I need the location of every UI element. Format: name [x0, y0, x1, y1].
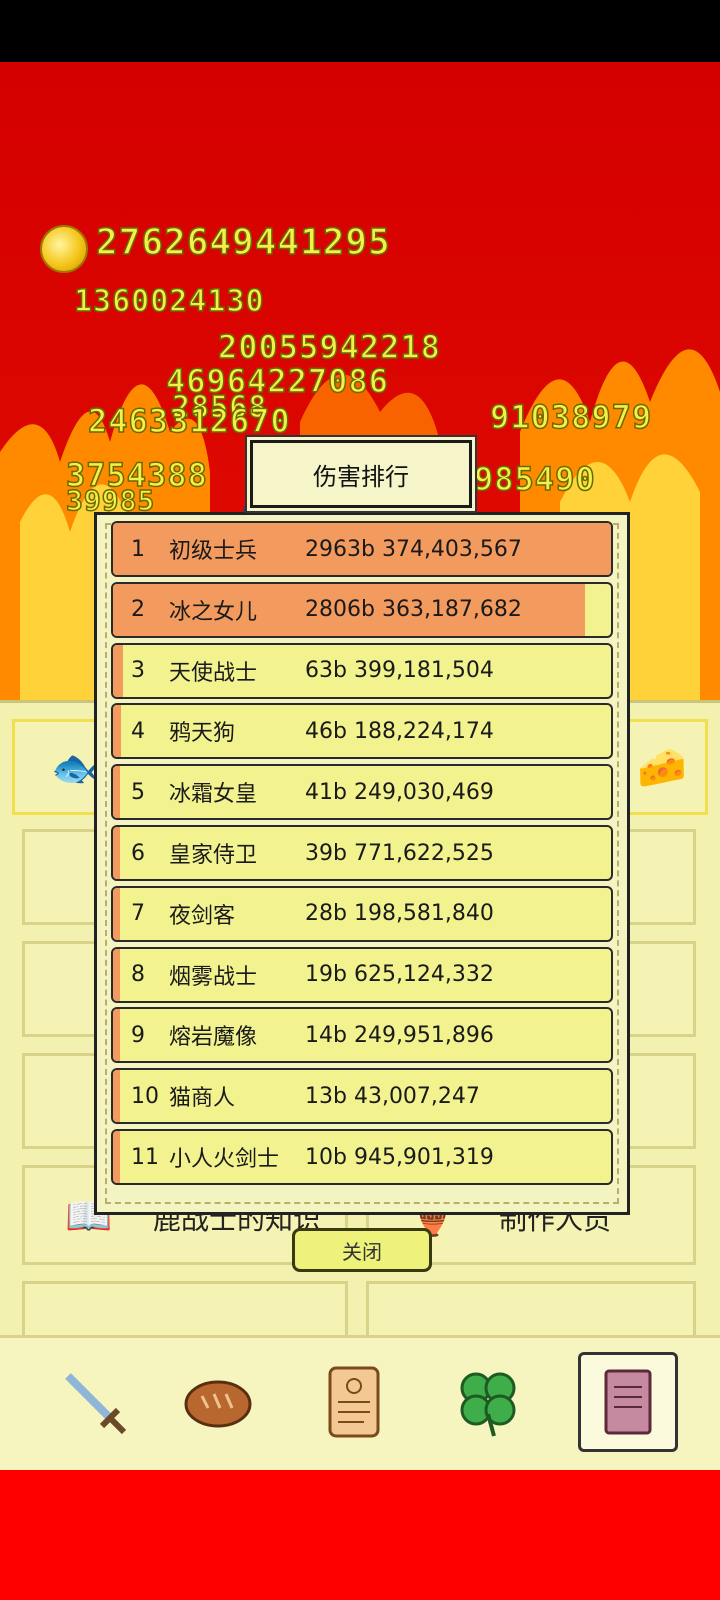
hero-name: 皇家侍卫	[169, 843, 258, 868]
menu-row[interactable]	[366, 1281, 696, 1341]
damage-bar	[113, 766, 120, 819]
damage-value: 63b 399,181,504	[305, 658, 494, 684]
rank-number: 4	[131, 718, 145, 744]
hero-name: 天使战士	[169, 660, 258, 686]
rank-number: 9	[131, 1022, 145, 1048]
status-bar	[0, 0, 720, 62]
damage-value: 46b 188,224,174	[305, 718, 494, 744]
close-button[interactable]: 关闭	[292, 1228, 432, 1272]
damage-number: 91038979	[489, 397, 653, 437]
rank-number: 2	[131, 597, 145, 623]
hero-name: 冰之女儿	[169, 599, 258, 625]
rank-number: 6	[131, 840, 145, 866]
nav-scroll-button[interactable]	[304, 1352, 404, 1452]
fish-icon: 🐟	[51, 746, 99, 790]
damage-value: 41b 249,030,469	[305, 779, 494, 805]
damage-value: 13b 43,007,247	[305, 1083, 480, 1109]
gold-coin-icon	[40, 225, 88, 273]
damage-bar	[113, 644, 124, 697]
damage-value: 10b 945,901,319	[305, 1144, 494, 1170]
scroll-icon	[328, 1366, 380, 1438]
ranking-row: 8 烟雾战士 19b 625,124,332	[111, 946, 613, 1003]
ranking-row: 5 冰霜女皇 41b 249,030,469	[111, 764, 613, 821]
ranking-row: 6 皇家侍卫 39b 771,622,525	[111, 825, 613, 881]
ranking-row: 3 天使战士 63b 399,181,504	[111, 642, 613, 699]
ranking-row: 1 初级士兵 2963b 374,403,567	[111, 521, 613, 577]
ranking-row: 11 小人火剑士 10b 945,901,319	[111, 1129, 613, 1185]
damage-bar	[113, 705, 121, 758]
hero-name: 鸦天狗	[169, 721, 236, 747]
hero-name: 初级士兵	[169, 539, 258, 564]
bottom-background	[0, 1470, 720, 1600]
rank-number: 10	[131, 1083, 159, 1109]
rank-number: 5	[131, 779, 145, 805]
ranking-row: 9 熔岩魔像 14b 249,951,896	[111, 1007, 613, 1064]
hero-name: 烟雾战士	[169, 964, 258, 990]
damage-value: 14b 249,951,896	[305, 1022, 494, 1048]
nav-book-button[interactable]	[578, 1352, 678, 1452]
damage-bar	[113, 948, 120, 1001]
damage-value: 2806b 363,187,682	[305, 597, 522, 623]
book-icon	[604, 1369, 652, 1435]
rank-number: 11	[131, 1144, 159, 1170]
rank-number: 8	[131, 962, 145, 988]
damage-bar	[113, 1131, 120, 1183]
bottom-nav	[0, 1335, 720, 1473]
damage-bar	[113, 1070, 120, 1123]
nav-sword-button[interactable]	[44, 1352, 144, 1452]
damage-number: 985490	[473, 459, 596, 499]
hero-name: 夜剑客	[169, 903, 236, 929]
clover-icon	[460, 1372, 516, 1437]
damage-value: 2963b 374,403,567	[305, 536, 522, 562]
hero-name: 熔岩魔像	[169, 1025, 258, 1051]
bread-icon	[184, 1380, 252, 1428]
damage-bar	[113, 1009, 120, 1062]
ranking-row: 2 冰之女儿 2806b 363,187,682	[111, 581, 613, 638]
menu-row[interactable]	[22, 1281, 348, 1341]
ranking-row: 10 猫商人 13b 43,007,247	[111, 1068, 613, 1125]
hero-name: 小人火剑士	[169, 1147, 280, 1172]
sword-icon	[65, 1373, 127, 1435]
gold-amount: 2762649441295	[95, 221, 391, 264]
cheese-icon: 🧀	[637, 745, 687, 791]
rank-number: 3	[131, 658, 145, 684]
dialog-title: 伤害排行	[250, 440, 472, 508]
ranking-row: 7 夜剑客 28b 198,581,840	[111, 885, 613, 942]
hero-name: 猫商人	[169, 1086, 236, 1112]
damage-value: 28b 198,581,840	[305, 901, 494, 927]
damage-bar	[113, 887, 120, 940]
hero-name: 冰霜女皇	[169, 782, 258, 808]
nav-clover-button[interactable]	[438, 1352, 538, 1452]
ranking-row: 4 鸦天狗 46b 188,224,174	[111, 703, 613, 760]
damage-number: 20055942218	[217, 327, 441, 367]
damage-number: 1360024130	[73, 283, 265, 320]
rank-number: 1	[131, 536, 145, 562]
damage-value: 39b 771,622,525	[305, 840, 494, 866]
damage-value: 19b 625,124,332	[305, 962, 494, 988]
damage-number: 2463312670	[87, 401, 291, 441]
damage-ranking-dialog: 1 初级士兵 2963b 374,403,567 2 冰之女儿 2806b 363,187…	[94, 512, 630, 1215]
nav-bread-button[interactable]	[168, 1352, 268, 1452]
damage-bar	[113, 827, 120, 879]
rank-number: 7	[131, 901, 145, 927]
